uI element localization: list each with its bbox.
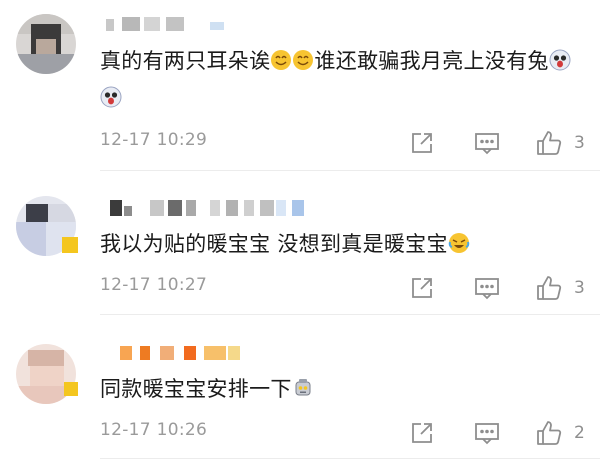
divider [100,170,600,171]
like-count: 3 [574,133,585,153]
like-count: 2 [574,423,585,443]
share-button[interactable] [410,128,434,158]
like-button[interactable]: 2 [536,418,585,448]
avatar[interactable] [16,14,76,74]
reply-button[interactable] [474,273,500,303]
vip-badge [62,237,78,253]
reply-button[interactable] [474,418,500,448]
vip-badge [64,382,78,396]
thumbs-up-icon [536,275,564,301]
reply-button[interactable] [474,128,500,158]
thumbs-up-icon [536,130,564,156]
comment-icon [474,131,500,155]
like-count: 3 [574,278,585,298]
comment-text-part: 真的有两只耳朵诶 [100,49,271,73]
robot-emoji [292,375,314,409]
share-icon [410,276,434,300]
comment-meta: 12-17 10:29 3 [100,128,600,158]
share-icon [410,421,434,445]
comment-time: 12-17 10:29 [100,130,208,150]
comment-icon [474,276,500,300]
share-icon [410,131,434,155]
like-button[interactable]: 3 [536,128,585,158]
comment-icon [474,421,500,445]
comment-text: 真的有两只耳朵诶 谁还敢骗我月亮上没有兔 [100,44,582,118]
divider [100,458,600,459]
comment-time: 12-17 10:27 [100,275,208,295]
comment-time: 12-17 10:26 [100,420,208,440]
thumbs-up-icon [536,420,564,446]
comment-text: 同款暖宝宝安排一下 [100,372,582,409]
smile-emoji [270,47,292,81]
like-button[interactable]: 3 [536,273,585,303]
comment-meta: 12-17 10:27 3 [100,273,600,303]
share-button[interactable] [410,418,434,448]
divider [100,314,600,315]
surprised-emoji [549,47,571,81]
comment-text: 我以为贴的暖宝宝 没想到真是暖宝宝 [100,227,582,264]
comment-text-part: 同款暖宝宝安排一下 [100,377,292,401]
smile-emoji [292,47,314,81]
comment-text-part: 我以为贴的暖宝宝 没想到真是暖宝宝 [100,232,448,256]
share-button[interactable] [410,273,434,303]
laugh-cry-emoji [448,230,470,264]
surprised-emoji [100,84,122,118]
comment-text-part: 谁还敢骗我月亮上没有兔 [314,49,549,73]
comment-meta: 12-17 10:26 2 [100,418,600,448]
